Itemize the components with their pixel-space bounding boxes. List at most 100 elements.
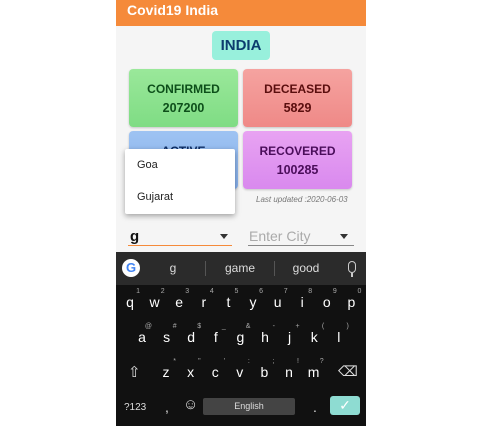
key-label: c [211,364,219,380]
key-secondary-label: & [245,323,251,330]
row1-key-q[interactable]: q1 [119,288,141,310]
key-secondary-label: 0 [357,288,362,295]
key-label: s [163,329,171,345]
row2-key-l[interactable]: l) [328,323,350,345]
key-secondary-label: ) [346,323,349,330]
row1-key-p[interactable]: p0 [340,288,362,310]
period-key[interactable]: . [313,399,317,415]
row3-key-v[interactable]: v: [229,358,251,380]
key-label: m [307,364,320,380]
key-secondary-label: : [247,358,250,365]
row1-key-t[interactable]: t5 [217,288,239,310]
state-input[interactable]: g [128,226,232,246]
dropdown-item-gujarat[interactable]: Gujarat [125,181,235,213]
keyboard-suggestion-bar: G g game good [116,252,366,285]
key-label: q [126,294,134,310]
space-key[interactable]: English [203,398,295,415]
google-icon[interactable]: G [122,259,140,277]
row2-key-g[interactable]: g & [229,323,251,345]
key-label: o [322,294,331,310]
microphone-icon-stem [351,273,353,277]
key-secondary-label: $ [197,323,202,330]
suggestion-3[interactable]: good [276,261,336,275]
suggestion-1[interactable]: g [143,261,203,275]
key-secondary-label: 2 [160,288,165,295]
chevron-down-icon[interactable] [220,234,228,239]
key-secondary-label: 4 [209,288,214,295]
confirmed-card: CONFIRMED 207200 [129,69,238,127]
row1-key-r[interactable]: r4 [193,288,215,310]
row2-key-j[interactable]: j + [279,323,301,345]
suggestion-2[interactable]: game [210,261,270,275]
key-secondary-label: * [173,358,176,365]
microphone-icon[interactable] [348,261,356,273]
deceased-label: DECEASED [264,82,331,96]
row2-key-f[interactable]: f _ [205,323,227,345]
key-secondary-label: ; [272,358,275,365]
confirmed-value: 207200 [162,101,205,115]
key-secondary-label: 5 [234,288,239,295]
key-label: e [175,294,184,310]
key-label: h [261,329,269,345]
key-secondary-label: @ [144,323,152,330]
backspace-icon[interactable]: ⌫ [338,363,358,380]
row1-key-u[interactable]: u7 [267,288,289,310]
key-label: f [213,329,218,345]
state-suggestions-dropdown: Goa Gujarat [125,149,235,214]
shift-icon[interactable]: ⇧ [128,363,141,381]
dropdown-item-goa[interactable]: Goa [125,149,235,181]
row2-key-k[interactable]: k( [303,323,325,345]
row1-key-y[interactable]: y6 [242,288,264,310]
row1-key-w[interactable]: w2 [144,288,166,310]
key-secondary-label: ? [319,358,324,365]
enter-checkmark-icon[interactable]: ✓ [330,396,360,415]
chevron-down-icon[interactable] [340,234,348,239]
key-secondary-label: # [172,323,177,330]
deceased-card: DECEASED 5829 [243,69,352,127]
deceased-value: 5829 [283,101,312,115]
row2-key-d[interactable]: d $ [180,323,202,345]
row3-key-c[interactable]: c ' [204,358,226,380]
key-label: u [273,294,282,310]
country-badge: INDIA [212,31,270,60]
key-secondary-label: ' [223,358,226,365]
key-label: x [187,364,195,380]
key-secondary-label: 8 [308,288,313,295]
row3-key-m[interactable]: m? [303,358,325,380]
recovered-value: 100285 [276,163,319,177]
row3-key-b[interactable]: b; [253,358,275,380]
key-label: l [337,329,341,345]
row2-key-h[interactable]: h- [254,323,276,345]
key-label: k [310,329,318,345]
key-label: j [288,329,292,345]
city-input[interactable]: Enter City [248,226,354,246]
key-label: p [347,294,356,310]
row2-key-a[interactable]: a @ [131,323,153,345]
key-label: v [236,364,244,380]
key-secondary-label: + [295,323,300,330]
city-input-placeholder: Enter City [249,228,311,244]
row1-key-o[interactable]: o9 [316,288,338,310]
row3-key-z[interactable]: z * [155,358,177,380]
app-bar-title: Covid19 India [116,0,366,26]
key-secondary-label: 9 [332,288,337,295]
suggestion-divider [274,261,275,276]
key-secondary-label: _ [221,323,226,330]
row1-key-i[interactable]: i8 [291,288,313,310]
key-label: n [285,364,293,380]
key-label: r [201,294,207,310]
symbols-key[interactable]: ?123 [124,402,146,413]
key-secondary-label: " [198,358,201,365]
row2-key-s[interactable]: s # [156,323,178,345]
recovered-card: RECOVERED 100285 [243,131,352,189]
row3-key-x[interactable]: x " [180,358,202,380]
key-label: z [162,364,170,380]
last-updated-text: Last updated :2020-06-03 [256,195,348,204]
key-secondary-label: ! [297,358,299,365]
row3-key-n[interactable]: n! [278,358,300,380]
emoji-icon[interactable]: ☺ [183,396,198,413]
comma-key[interactable]: , [165,399,169,415]
key-label: a [138,329,146,345]
key-label: t [226,294,231,310]
row1-key-e[interactable]: e3 [168,288,190,310]
